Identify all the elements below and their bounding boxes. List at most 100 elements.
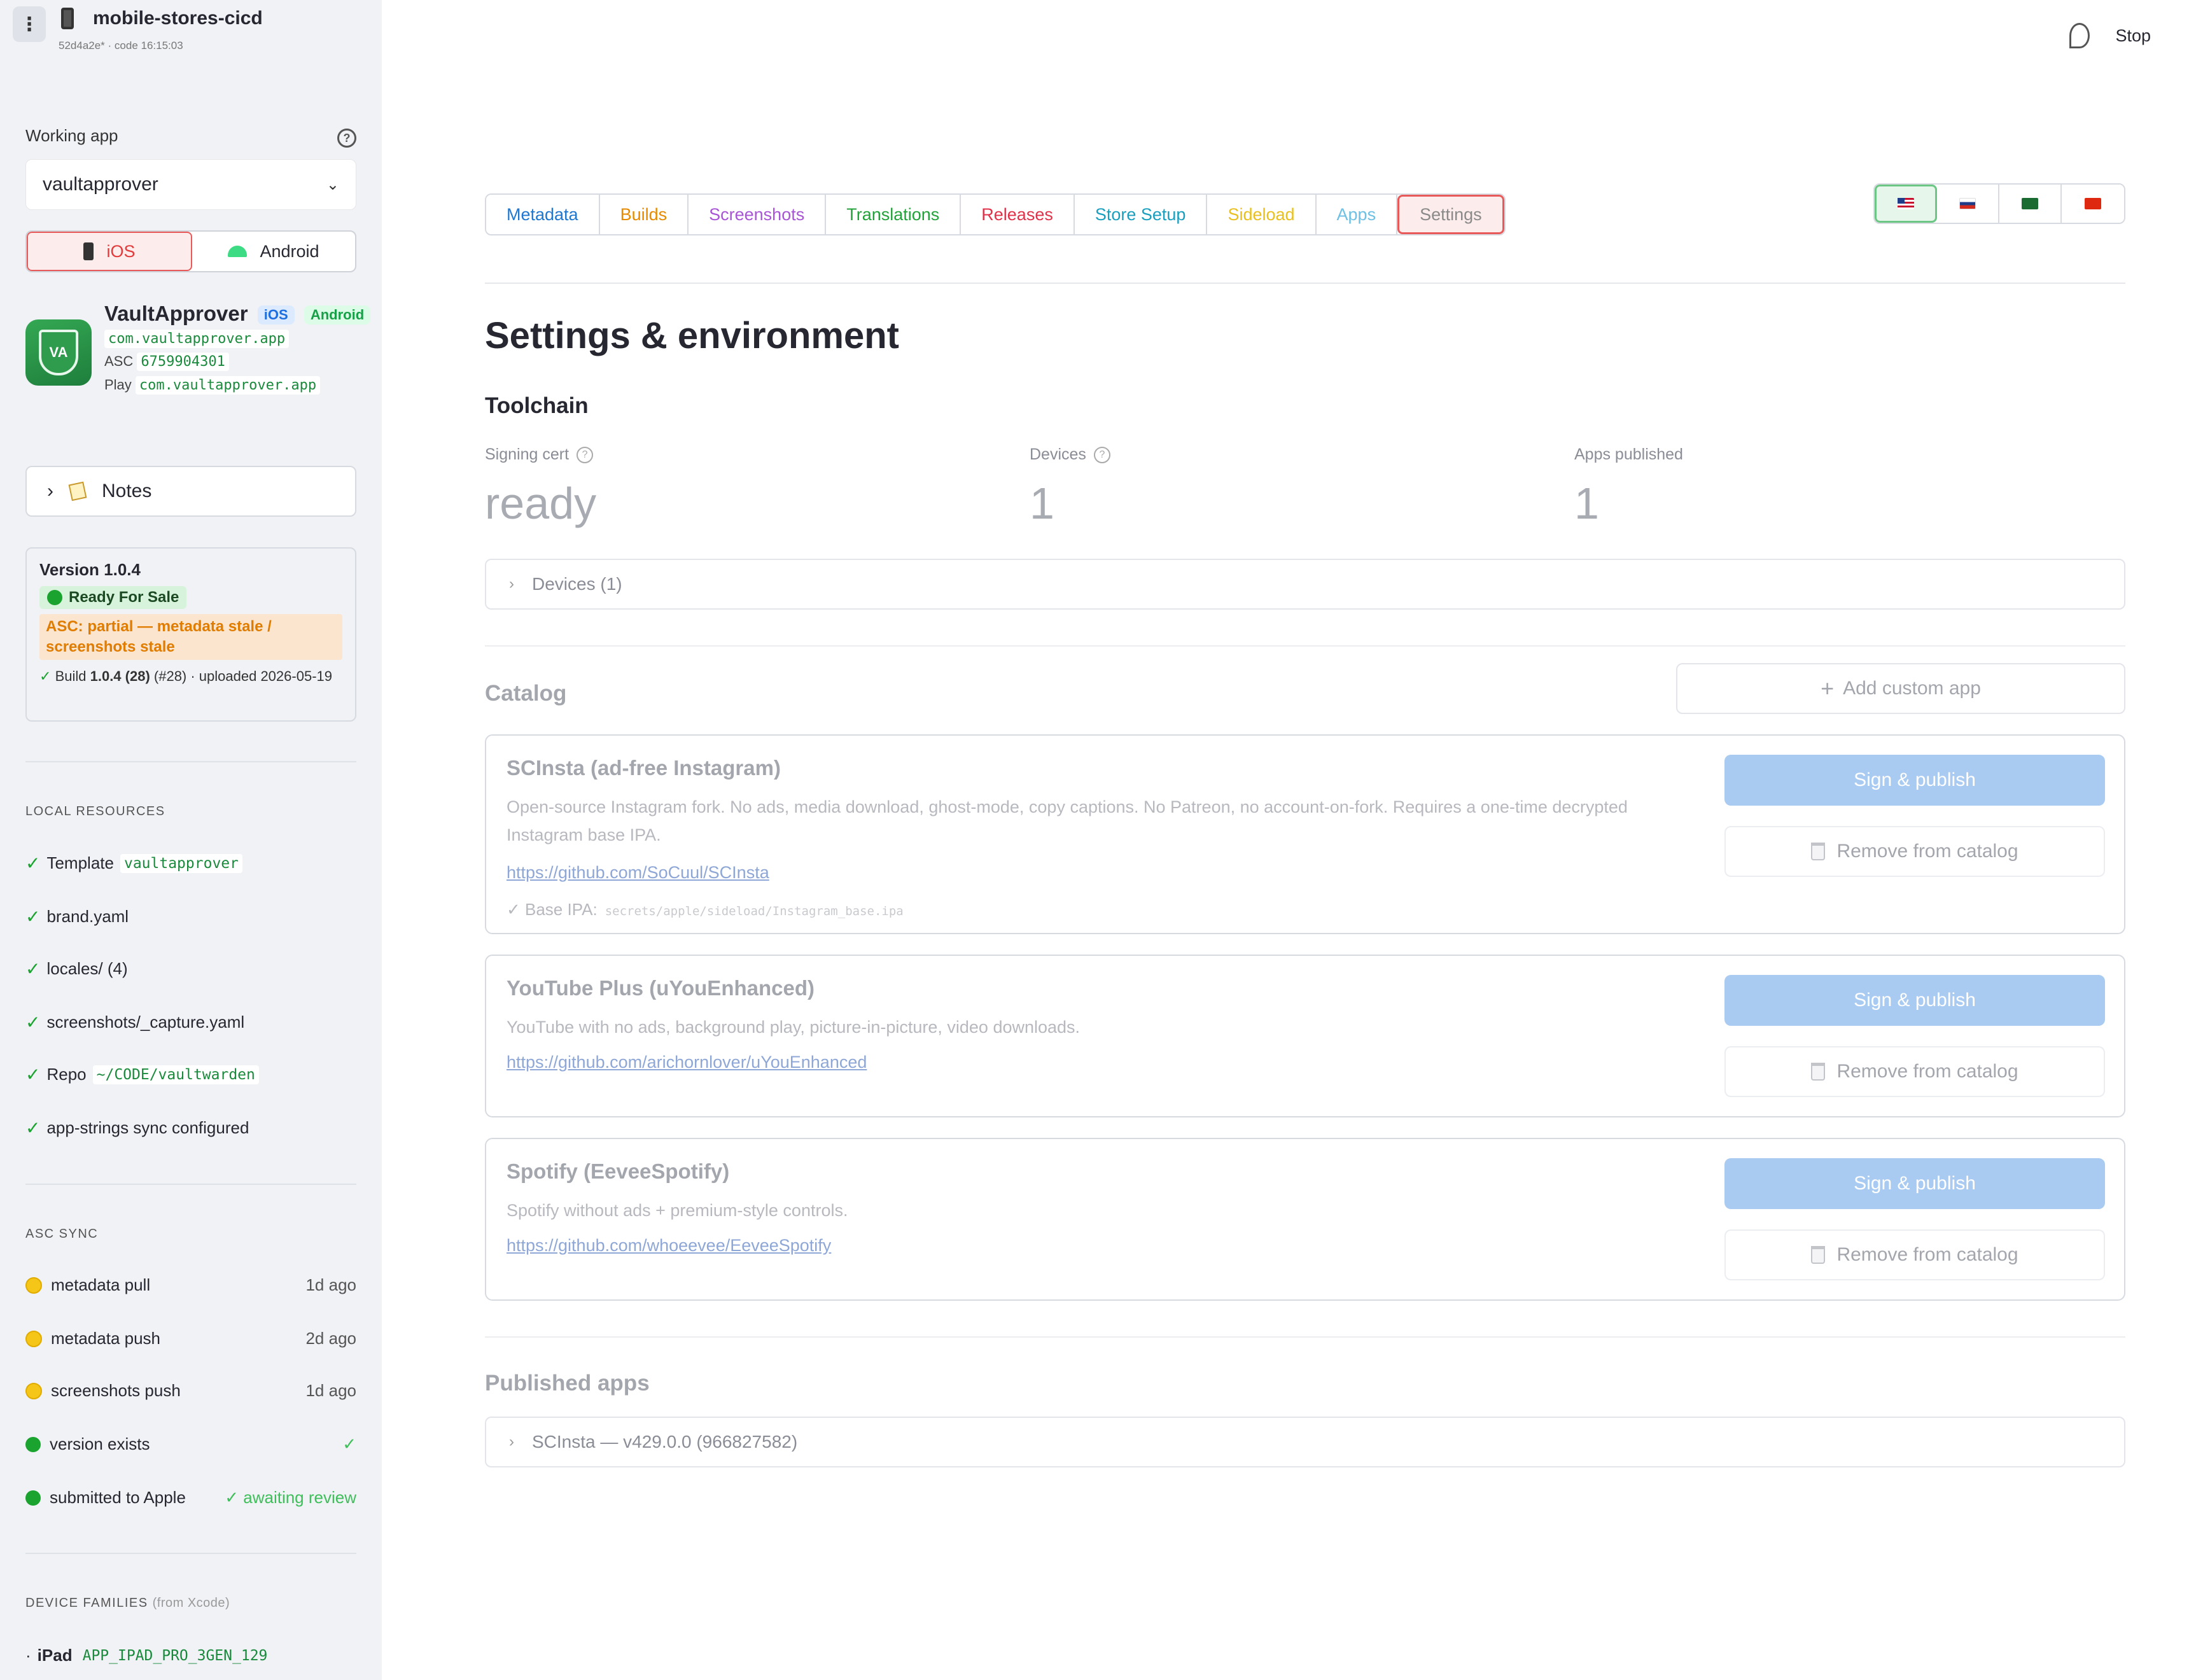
check-icon: ✓ (25, 1118, 41, 1138)
notes-expander[interactable]: › Notes (25, 466, 356, 517)
tab-bar: Metadata Builds Screenshots Translations… (485, 193, 1506, 235)
project-subtitle: 52d4a2e* · code 16:15:03 (59, 39, 183, 52)
green-dot-icon (25, 1436, 41, 1452)
base-ipa-label: ✓ Base IPA: (507, 900, 598, 919)
app-name: VaultApprover (104, 302, 248, 325)
tab-store-setup[interactable]: Store Setup (1074, 195, 1208, 234)
working-app-select[interactable]: vaultapprover ⌄ (25, 159, 356, 210)
remove-from-catalog-button[interactable]: Remove from catalog (1724, 1229, 2105, 1280)
sign-publish-button[interactable]: Sign & publish (1724, 975, 2105, 1026)
chevron-right-icon: › (509, 1433, 514, 1450)
us-flag-icon (1898, 198, 1914, 209)
lang-sa-button[interactable] (1999, 185, 2062, 223)
version-card: Version 1.0.4 Ready For Sale ASC: partia… (25, 547, 356, 722)
language-switcher (1873, 183, 2125, 224)
build-prefix: Build (55, 668, 90, 684)
sync-label: metadata push (51, 1329, 161, 1348)
device-family-code: APP_IPAD_PRO_3GEN_129 (82, 1647, 268, 1664)
tab-apps[interactable]: Apps (1316, 195, 1398, 234)
yellow-dot-icon (25, 1330, 42, 1347)
metric-value: 1 (1030, 479, 1054, 528)
green-dot-icon (47, 590, 62, 605)
android-badge: Android (304, 305, 371, 325)
device-families-label: DEVICE FAMILIES (25, 1596, 148, 1610)
resource-code: vaultapprover (120, 853, 242, 873)
asc-warning: ASC: partial — metadata stale / screensh… (39, 614, 342, 660)
sync-item: version exists ✓ (25, 1434, 356, 1454)
resource-item: ✓ app-strings sync configured (25, 1117, 249, 1138)
build-info: ✓ Build 1.0.4 (28) (#28) · uploaded 2026… (39, 666, 342, 687)
tab-sideload[interactable]: Sideload (1207, 195, 1317, 234)
catalog-app-link[interactable]: https://github.com/whoeevee/EeveeSpotify (507, 1236, 831, 1256)
catalog-card: SCInsta (ad-free Instagram) Open-source … (485, 734, 2125, 934)
resource-label: brand.yaml (46, 907, 129, 926)
sign-publish-button[interactable]: Sign & publish (1724, 1158, 2105, 1209)
platform-android-label: Android (260, 241, 319, 261)
sync-item: screenshots push 1d ago (25, 1381, 356, 1401)
build-version: 1.0.4 (28) (90, 668, 150, 684)
divider (485, 283, 2125, 284)
metric-value: 1 (1574, 479, 1599, 528)
platform-ios-button[interactable]: iOS (27, 232, 192, 271)
resource-item: ✓ locales/ (4) (25, 958, 128, 979)
ru-flag-icon (1959, 198, 1976, 209)
remove-from-catalog-button[interactable]: Remove from catalog (1724, 826, 2105, 877)
devices-expander-label: Devices (1) (532, 574, 622, 594)
platform-android-button[interactable]: Android (192, 232, 355, 271)
help-icon[interactable]: ? (1093, 446, 1110, 463)
resource-label: locales/ (4) (46, 959, 128, 978)
catalog-app-description: YouTube with no ads, background play, pi… (507, 1018, 1081, 1037)
tab-releases[interactable]: Releases (961, 195, 1075, 234)
asc-sync-heading: ASC SYNC (25, 1227, 99, 1241)
lang-ru-button[interactable] (1937, 185, 1999, 223)
published-app-expander[interactable]: › SCInsta — v429.0.0 (966827582) (485, 1417, 2125, 1467)
app-icon: VA (25, 319, 92, 386)
catalog-app-link[interactable]: https://github.com/SoCuul/SCInsta (507, 863, 769, 883)
metric-apps-published: Apps published 1 (1574, 445, 1683, 529)
lang-us-button[interactable] (1875, 185, 1937, 223)
remove-from-catalog-button[interactable]: Remove from catalog (1724, 1046, 2105, 1097)
catalog-base-ipa: ✓ Base IPA: secrets/apple/sideload/Insta… (507, 900, 904, 920)
check-icon: ✓ (25, 853, 41, 873)
tab-metadata[interactable]: Metadata (486, 195, 600, 234)
status-text: Ready For Sale (69, 589, 179, 606)
sync-status: 2d ago (305, 1329, 356, 1348)
tab-screenshots[interactable]: Screenshots (689, 195, 827, 234)
help-icon[interactable]: ? (337, 129, 356, 148)
catalog-app-description: Spotify without ads + premium-style cont… (507, 1201, 848, 1220)
sign-publish-button[interactable]: Sign & publish (1724, 755, 2105, 806)
tab-translations[interactable]: Translations (826, 195, 962, 234)
remove-label: Remove from catalog (1836, 841, 2018, 862)
android-icon (228, 246, 248, 257)
play-label: Play (104, 377, 132, 393)
catalog-app-name: Spotify (EeveeSpotify) (507, 1159, 730, 1183)
divider (25, 761, 356, 762)
base-ipa-path: secrets/apple/sideload/Instagram_base.ip… (605, 904, 904, 918)
stop-button[interactable]: Stop (2115, 26, 2151, 46)
catalog-app-link[interactable]: https://github.com/arichornlover/uYouEnh… (507, 1053, 867, 1072)
help-icon[interactable]: ? (577, 446, 594, 463)
metric-label-wrap: Signing cert ? (485, 445, 596, 464)
chevron-down-icon: ⌄ (326, 176, 339, 193)
play-id-code: com.vaultapprover.app (135, 376, 321, 395)
more-menu-icon[interactable]: ⋮ (13, 6, 46, 42)
tab-builds[interactable]: Builds (599, 195, 689, 234)
add-custom-app-button[interactable]: + Add custom app (1676, 663, 2125, 714)
version-title: Version 1.0.4 (39, 560, 141, 579)
add-custom-app-label: Add custom app (1843, 678, 1981, 699)
asc-id-line: ASC 6759904301 (104, 353, 229, 371)
metric-devices: Devices ? 1 (1030, 445, 1110, 529)
app-card-name: VaultApprover iOS Android (104, 302, 371, 326)
resource-label: Template (46, 853, 114, 872)
chevron-right-icon: › (509, 575, 514, 592)
lang-cn-button[interactable] (2062, 185, 2124, 223)
run-status: Stop (2069, 23, 2151, 48)
metric-label: Apps published (1574, 445, 1683, 463)
trash-icon (1811, 1246, 1826, 1264)
devices-expander[interactable]: › Devices (1) (485, 559, 2125, 610)
sa-flag-icon (2022, 198, 2038, 209)
sync-status: ✓ (342, 1434, 356, 1453)
sync-item: metadata pull 1d ago (25, 1275, 356, 1295)
tab-settings[interactable]: Settings (1397, 195, 1504, 234)
catalog-card: Spotify (EeveeSpotify) Spotify without a… (485, 1138, 2125, 1301)
